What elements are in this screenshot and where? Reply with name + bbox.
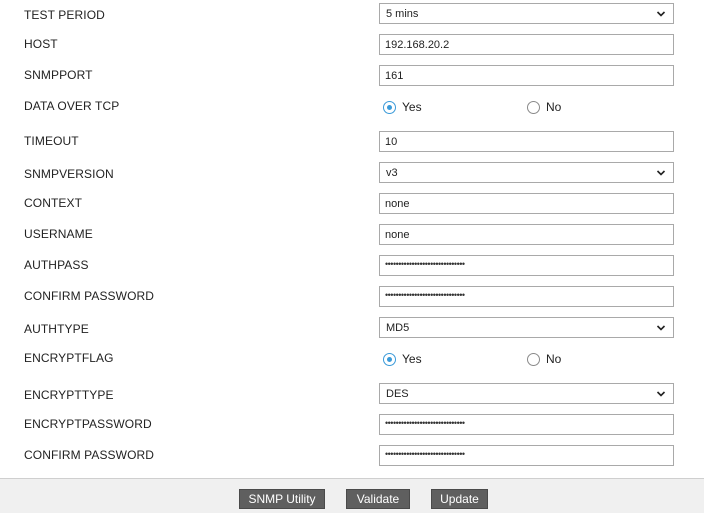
test-period-label: TEST PERIOD [24, 8, 105, 22]
username-value: none [385, 228, 410, 241]
data-over-tcp-no-radio[interactable] [527, 100, 540, 114]
confirm-password-masked-value: •••••••••••••••••••••••••••••• [385, 289, 465, 300]
chevron-down-icon [656, 11, 666, 17]
encryptpassword-label: ENCRYPTPASSWORD [24, 417, 152, 431]
test-period-select[interactable]: 5 mins [379, 3, 674, 24]
timeout-label: TIMEOUT [24, 134, 79, 148]
data-over-tcp-no-option[interactable]: No [527, 100, 561, 114]
authtype-value: MD5 [386, 321, 410, 334]
encryptflag-yes-option[interactable]: Yes [383, 352, 422, 366]
data-over-tcp-yes-label: Yes [402, 100, 422, 114]
host-value: 192.168.20.2 [385, 38, 450, 51]
encryptflag-yes-radio[interactable] [383, 352, 396, 366]
confirm-encrypt-password-input[interactable]: •••••••••••••••••••••••••••••• [379, 445, 674, 466]
snmpversion-select[interactable]: v3 [379, 162, 674, 183]
chevron-down-icon [656, 325, 666, 331]
confirm-encrypt-password-label: CONFIRM PASSWORD [24, 448, 155, 462]
timeout-value: 10 [385, 135, 398, 148]
snmp-utility-button[interactable]: SNMP Utility [239, 489, 325, 509]
confirm-encrypt-password-masked-value: •••••••••••••••••••••••••••••• [385, 448, 465, 459]
data-over-tcp-yes-option[interactable]: Yes [383, 100, 422, 114]
encrypttype-label: ENCRYPTTYPE [24, 388, 114, 402]
encryptflag-label: ENCRYPTFLAG [24, 351, 114, 365]
confirm-password-label: CONFIRM PASSWORD [24, 289, 155, 303]
authpass-label: AUTHPASS [24, 258, 89, 272]
username-label: USERNAME [24, 227, 93, 241]
context-value: none [385, 197, 410, 210]
host-label: HOST [24, 37, 58, 51]
encryptflag-no-label: No [546, 352, 562, 366]
form-footer: SNMP Utility Validate Update [0, 478, 704, 513]
chevron-down-icon [656, 170, 666, 176]
authpass-input[interactable]: •••••••••••••••••••••••••••••• [379, 255, 674, 276]
encryptpassword-masked-value: •••••••••••••••••••••••••••••• [385, 417, 465, 428]
context-input[interactable]: none [379, 193, 674, 214]
data-over-tcp-label: DATA OVER TCP [24, 99, 120, 113]
host-input[interactable]: 192.168.20.2 [379, 34, 674, 55]
context-label: CONTEXT [24, 196, 83, 210]
validate-button[interactable]: Validate [346, 489, 410, 509]
snmpversion-value: v3 [386, 166, 398, 179]
encrypttype-select[interactable]: DES [379, 383, 674, 404]
username-input[interactable]: none [379, 224, 674, 245]
encryptflag-yes-label: Yes [402, 352, 422, 366]
snmpport-label: SNMPPORT [24, 68, 93, 82]
snmpversion-label: SNMPVERSION [24, 167, 114, 181]
snmpport-value: 161 [385, 69, 404, 82]
chevron-down-icon [656, 391, 666, 397]
encryptpassword-input[interactable]: •••••••••••••••••••••••••••••• [379, 414, 674, 435]
authpass-masked-value: •••••••••••••••••••••••••••••• [385, 258, 465, 269]
authtype-select[interactable]: MD5 [379, 317, 674, 338]
encryptflag-no-radio[interactable] [527, 352, 540, 366]
data-over-tcp-no-label: No [546, 100, 562, 114]
update-button[interactable]: Update [431, 489, 488, 509]
test-period-value: 5 mins [386, 7, 419, 20]
snmpport-input[interactable]: 161 [379, 65, 674, 86]
data-over-tcp-yes-radio[interactable] [383, 100, 396, 114]
confirm-password-input[interactable]: •••••••••••••••••••••••••••••• [379, 286, 674, 307]
timeout-input[interactable]: 10 [379, 131, 674, 152]
encrypttype-value: DES [386, 387, 409, 400]
encryptflag-no-option[interactable]: No [527, 352, 561, 366]
authtype-label: AUTHTYPE [24, 322, 89, 336]
